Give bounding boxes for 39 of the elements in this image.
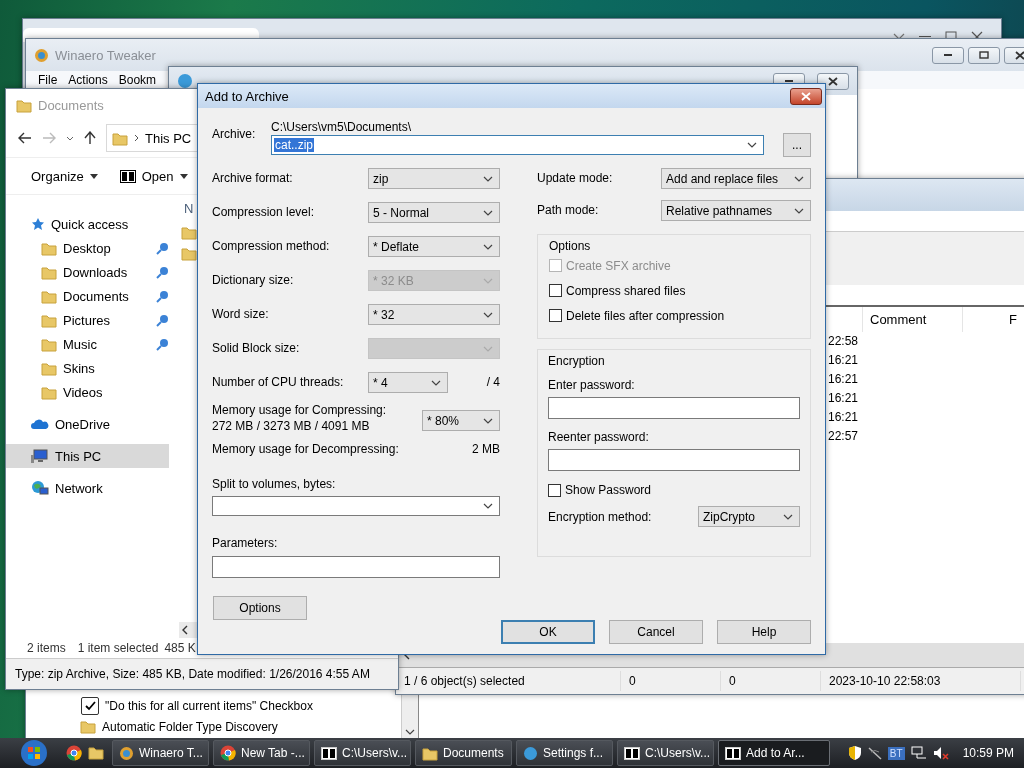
field-label: Memory usage for Compressing:: [212, 402, 387, 418]
field-label: Compression method:: [212, 238, 330, 255]
field-label: Archive format:: [212, 170, 293, 187]
field-label: Path mode:: [537, 202, 599, 219]
status-text: 0: [621, 671, 721, 691]
info-text: 2 MB: [472, 442, 500, 457]
field-label: Compression level:: [212, 204, 315, 221]
field-label: Archive:: [212, 127, 256, 141]
group-title: Options: [549, 239, 592, 253]
status-text: 485 K: [164, 641, 196, 655]
group-title: Encryption: [548, 354, 606, 368]
status-text: 1 item selected: [77, 641, 159, 655]
field-label: Word size:: [212, 306, 269, 323]
status-text: Type: zip Archive, Size: 485 KB, Date modified: 1/26/2016 4:55 AM: [15, 667, 370, 681]
field-label: Split to volumes, bytes:: [212, 477, 337, 491]
status-text: 2 items: [27, 641, 66, 655]
field-label: Memory usage for Decompressing:: [212, 442, 399, 457]
field-label: Update mode:: [537, 170, 613, 187]
table-cell-text: 16:21: [828, 352, 860, 369]
field-label: Parameters:: [212, 536, 279, 550]
field-label: Dictionary size:: [212, 272, 294, 289]
info-text: / 4: [486, 374, 500, 391]
table-cell-text: 16:21: [828, 409, 860, 426]
window-title: Documents: [38, 97, 104, 113]
status-text: 0: [721, 671, 821, 691]
path-text: C:\Users\vm5\Documents\: [271, 120, 413, 135]
field-label: Solid Block size:: [212, 340, 300, 357]
field-label: Enter password:: [548, 378, 636, 392]
field-label: Number of CPU threads:: [212, 374, 345, 391]
dialog-title: Add to Archive: [205, 88, 289, 104]
table-cell-text: 16:21: [828, 371, 860, 388]
field-label: Encryption method:: [548, 509, 652, 524]
window-title: Winaero Tweaker: [55, 47, 156, 63]
table-cell-text: 16:21: [828, 390, 860, 407]
table-cell-text: 22:58: [828, 333, 860, 350]
table-cell-text: 22:57: [828, 428, 860, 445]
field-label: Reenter password:: [548, 430, 650, 444]
status-text: 2023-10-10 22:58:03: [821, 671, 1021, 691]
info-text: 272 MB / 3273 MB / 4091 MB: [212, 418, 371, 434]
